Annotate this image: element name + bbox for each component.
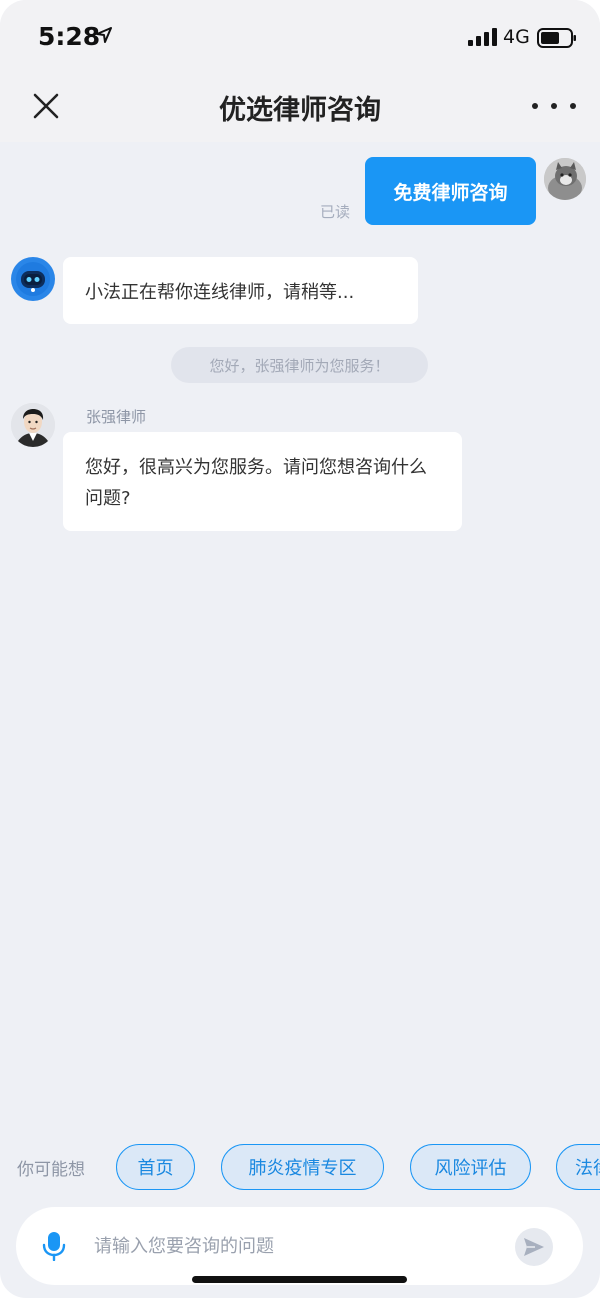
bot-message-text: 小法正在帮你连线律师，请稍等... bbox=[85, 281, 355, 303]
suggestion-chip-risk[interactable]: 风险评估 bbox=[410, 1144, 531, 1190]
lawyer-photo bbox=[11, 403, 55, 447]
battery-icon bbox=[537, 28, 576, 48]
read-status: 已读 bbox=[320, 203, 351, 221]
status-bar: 5:28 4G bbox=[0, 0, 600, 74]
bot-avatar[interactable] bbox=[11, 257, 55, 301]
robot-icon bbox=[16, 262, 50, 296]
mic-icon[interactable] bbox=[42, 1231, 66, 1261]
system-notice-text: 您好，张强律师为您服务！ bbox=[209, 356, 390, 375]
message-input-bar bbox=[16, 1207, 583, 1285]
lawyer-avatar[interactable] bbox=[11, 403, 55, 447]
more-icon bbox=[551, 103, 557, 109]
chat-screen: 5:28 4G 优选律师咨询 免费律师咨询 已读 小法正在帮你连线律师，请稍等.… bbox=[0, 0, 600, 1298]
signal-icon bbox=[468, 28, 497, 46]
lawyer-name: 张强律师 bbox=[86, 408, 147, 426]
status-time: 5:28 bbox=[38, 22, 101, 51]
user-message-bubble[interactable]: 免费律师咨询 bbox=[365, 157, 536, 225]
network-type: 4G bbox=[503, 26, 530, 48]
location-arrow-icon bbox=[96, 27, 112, 43]
nav-bar: 优选律师咨询 bbox=[0, 74, 600, 142]
lawyer-message-text: 您好，很高兴为您服务。请问您想咨询什么问题? bbox=[85, 457, 427, 509]
suggestion-chip-home[interactable]: 首页 bbox=[116, 1144, 195, 1190]
more-button[interactable] bbox=[532, 92, 576, 120]
question-input[interactable] bbox=[94, 1229, 494, 1263]
user-avatar[interactable] bbox=[544, 158, 586, 200]
suggestion-label: 你可能想 bbox=[17, 1160, 85, 1180]
home-indicator bbox=[192, 1276, 407, 1283]
system-notice: 您好，张强律师为您服务！ bbox=[171, 347, 428, 383]
bot-message-bubble: 小法正在帮你连线律师，请稍等... bbox=[63, 257, 418, 324]
send-icon bbox=[524, 1238, 544, 1256]
lawyer-message-bubble: 您好，很高兴为您服务。请问您想咨询什么问题? bbox=[63, 432, 462, 531]
more-icon bbox=[570, 103, 576, 109]
page-title: 优选律师咨询 bbox=[219, 95, 381, 126]
suggestion-chip-pneumonia[interactable]: 肺炎疫情专区 bbox=[221, 1144, 384, 1190]
more-icon bbox=[532, 103, 538, 109]
suggestion-bar: 你可能想 首页 肺炎疫情专区 风险评估 法律 bbox=[0, 1143, 600, 1191]
suggestion-chip-law[interactable]: 法律 bbox=[556, 1144, 600, 1190]
send-button[interactable] bbox=[515, 1228, 553, 1266]
cat-avatar-image bbox=[544, 158, 586, 200]
